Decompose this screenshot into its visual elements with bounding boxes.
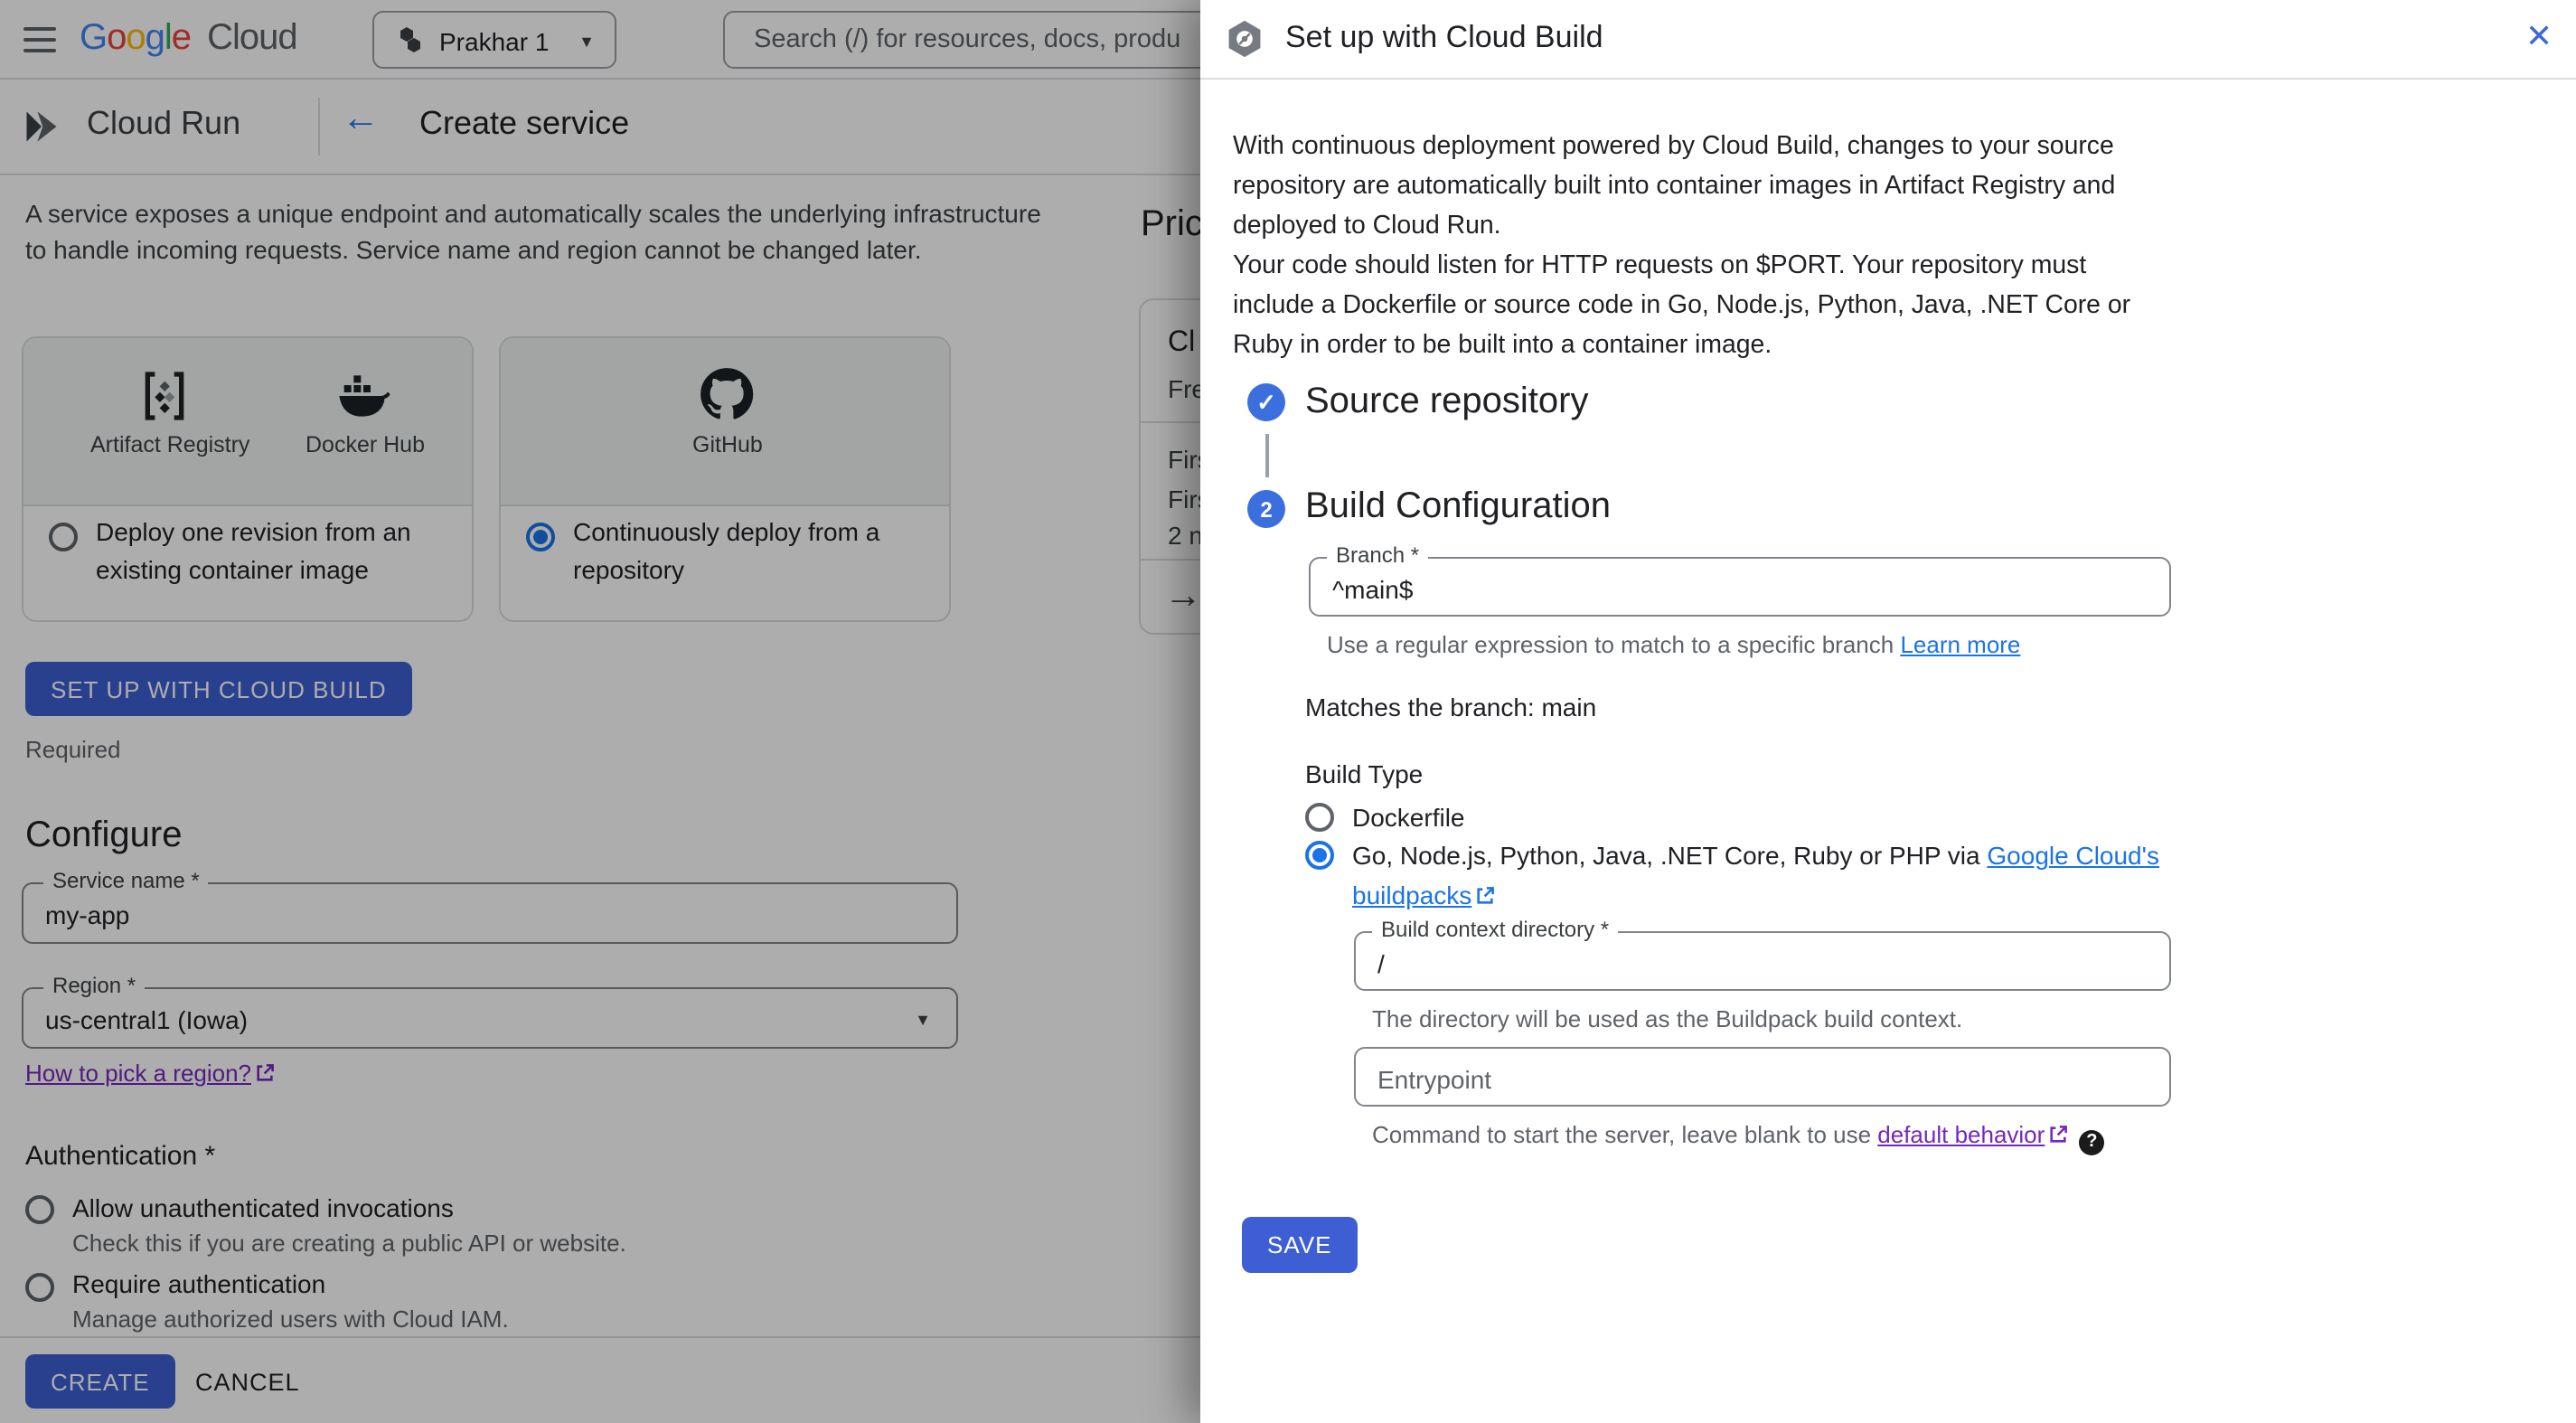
step1-check-circle: ✓: [1247, 383, 1285, 421]
step1-title: Source repository: [1305, 382, 1589, 421]
build-context-label: Build context directory *: [1372, 918, 1619, 942]
external-link-icon: [2048, 1123, 2068, 1150]
step2-number: 2: [1260, 496, 1273, 522]
external-link-icon: [1475, 878, 1495, 917]
save-button[interactable]: SAVE: [1242, 1217, 1358, 1273]
branch-label: Branch *: [1327, 543, 1429, 568]
default-behavior-link[interactable]: default behavior: [1877, 1121, 2045, 1148]
cloud-build-icon: [1224, 18, 1265, 69]
learn-more-link[interactable]: Learn more: [1900, 631, 2020, 658]
close-icon[interactable]: ✕: [2525, 18, 2552, 56]
dockerfile-radio[interactable]: [1305, 803, 1334, 832]
buildpacks-radio[interactable]: [1305, 841, 1334, 870]
panel-intro-1: With continuous deployment powered by Cl…: [1233, 132, 2116, 240]
help-icon[interactable]: ?: [2079, 1129, 2105, 1154]
branch-match-text: Matches the branch: main: [1305, 693, 1597, 721]
step2-title: Build Configuration: [1305, 486, 1611, 526]
google-cloud-console: Google Cloud Prakhar 1 ▼ Search (/) for …: [0, 0, 2576, 1423]
step-connector: [1265, 434, 1268, 477]
check-icon: ✓: [1256, 388, 1276, 415]
branch-field[interactable]: [1309, 557, 2171, 617]
entrypoint-field[interactable]: [1354, 1047, 2171, 1107]
panel-intro-2: Your code should listen for HTTP request…: [1233, 251, 2131, 360]
entrypoint-helper: Command to start the server, leave blank…: [1372, 1121, 2105, 1154]
panel-title: Set up with Cloud Build: [1285, 20, 1603, 54]
panel-header: Set up with Cloud Build ✕: [1200, 0, 2576, 80]
build-type-label: Build Type: [1305, 759, 1424, 788]
entrypoint-input[interactable]: [1356, 1049, 2169, 1105]
build-context-helper: The directory will be used as the Buildp…: [1372, 1005, 1963, 1032]
cloud-build-panel: Set up with Cloud Build ✕ With continuou…: [1200, 0, 2576, 1423]
branch-helper: Use a regular expression to match to a s…: [1327, 631, 2021, 658]
step2-number-circle: 2: [1247, 490, 1285, 528]
branch-input[interactable]: [1311, 559, 2169, 615]
buildpacks-label: Go, Node.js, Python, Java, .NET Core, Ru…: [1352, 837, 2202, 917]
dockerfile-label: Dockerfile: [1352, 803, 1465, 832]
